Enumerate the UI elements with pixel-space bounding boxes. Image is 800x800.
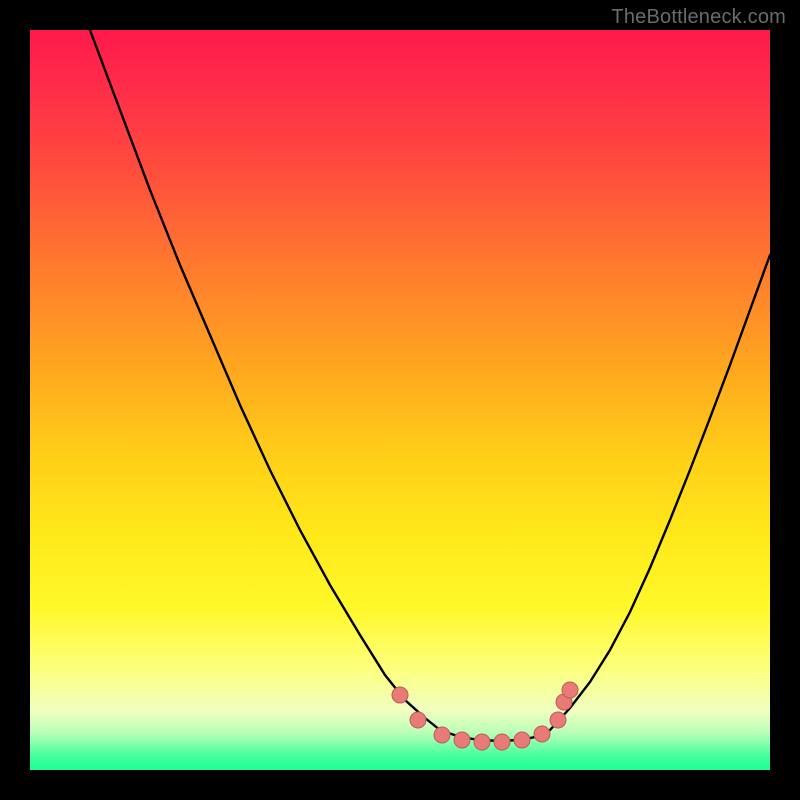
marker-point (434, 727, 450, 743)
plot-area (30, 30, 770, 770)
marker-group (392, 682, 578, 750)
marker-point (494, 734, 510, 750)
chart-svg-layer (30, 30, 770, 770)
watermark-text: TheBottleneck.com (611, 6, 786, 29)
chart-frame: TheBottleneck.com (0, 0, 800, 800)
curve-right-branch (550, 255, 770, 730)
marker-point (562, 682, 578, 698)
curve-left-branch (90, 30, 440, 730)
marker-point (514, 732, 530, 748)
marker-point (474, 734, 490, 750)
marker-point (534, 726, 550, 742)
marker-point (392, 687, 408, 703)
marker-point (410, 712, 426, 728)
marker-point (550, 712, 566, 728)
marker-point (454, 732, 470, 748)
